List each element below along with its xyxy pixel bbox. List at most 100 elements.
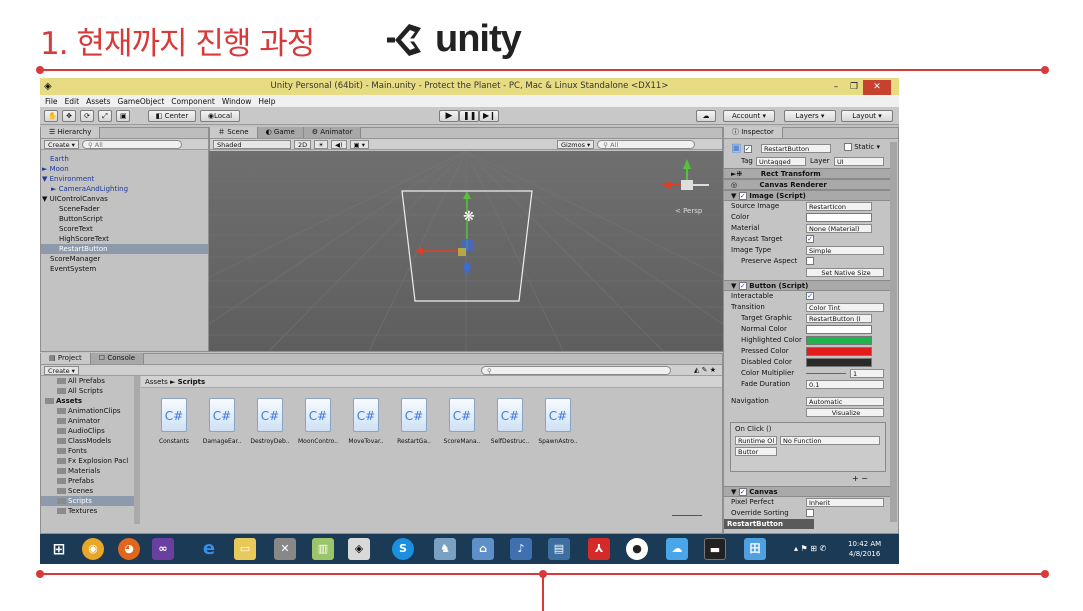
- script-asset[interactable]: C# ScoreMana..: [439, 398, 485, 445]
- menu-window[interactable]: Window: [222, 97, 252, 106]
- project-folder-item[interactable]: Assets: [41, 396, 134, 406]
- object-name-field[interactable]: RestartButton: [761, 144, 831, 153]
- static-checkbox[interactable]: [844, 143, 852, 151]
- menu-gameobject[interactable]: GameObject: [118, 97, 165, 106]
- hierarchy-item[interactable]: ButtonScript: [41, 214, 208, 224]
- color-multiplier-slider[interactable]: [806, 373, 846, 374]
- inspector-scrollbar[interactable]: [890, 142, 897, 522]
- close-icon[interactable]: ✕: [863, 79, 891, 95]
- system-tray-icons[interactable]: ▴ ⚑ ⊞ ✆: [794, 544, 826, 553]
- scene-search-input[interactable]: ⚲ All: [597, 139, 696, 149]
- pivot-local-toggle[interactable]: ◉Local: [200, 110, 240, 122]
- expanded-arrow-icon[interactable]: ▼: [42, 175, 50, 183]
- game-icon[interactable]: ♞: [434, 538, 456, 560]
- pivot-center-toggle[interactable]: ◧ Center: [148, 110, 196, 122]
- minimize-icon[interactable]: –: [827, 82, 845, 92]
- github-icon[interactable]: ●: [626, 538, 648, 560]
- network-icon[interactable]: ⌂: [472, 538, 494, 560]
- project-folder-item[interactable]: Scenes: [41, 486, 134, 496]
- app-icon[interactable]: 田: [744, 538, 766, 560]
- chart-app-icon[interactable]: ▥: [312, 538, 334, 560]
- project-folder-item[interactable]: Textures: [41, 506, 134, 516]
- project-folder-item[interactable]: Scripts: [41, 496, 134, 506]
- function-dropdown[interactable]: No Function: [780, 436, 880, 445]
- chrome-icon[interactable]: ◉: [82, 538, 104, 560]
- breadcrumb-leaf[interactable]: Scripts: [178, 378, 206, 386]
- menu-file[interactable]: File: [45, 97, 58, 106]
- visualize-button[interactable]: Visualize: [806, 408, 884, 417]
- hierarchy-item[interactable]: ▼ UIControlCanvas: [41, 194, 208, 204]
- ie-icon[interactable]: e: [198, 538, 220, 560]
- tab-inspector[interactable]: ⓘ Inspector: [724, 127, 783, 138]
- gizmos-dropdown[interactable]: Gizmos ▾: [557, 139, 595, 149]
- image-type-dropdown[interactable]: Simple: [806, 246, 884, 255]
- script-asset[interactable]: C# SpawnAstro..: [535, 398, 581, 445]
- project-create-button[interactable]: Create ▾: [44, 365, 79, 375]
- firefox-icon[interactable]: ◕: [118, 538, 140, 560]
- script-asset[interactable]: C# Constants: [151, 398, 197, 445]
- material-field[interactable]: None (Material): [806, 224, 872, 233]
- rect-transform-header[interactable]: ►⁜ Rect Transform: [724, 168, 890, 179]
- script-asset[interactable]: C# SelfDestruc..: [487, 398, 533, 445]
- cloud-icon[interactable]: ☁: [666, 538, 688, 560]
- hierarchy-search-input[interactable]: ⚲ All: [81, 139, 182, 149]
- file-explorer-icon[interactable]: ▭: [234, 538, 256, 560]
- tab-animator[interactable]: ⚙ Animator: [303, 127, 362, 138]
- pause-icon[interactable]: ❚❚: [459, 110, 479, 122]
- rotate-tool-icon[interactable]: ⟳: [80, 110, 94, 122]
- script-asset[interactable]: C# MoonContro..: [295, 398, 341, 445]
- project-folder-item[interactable]: All Prefabs: [41, 376, 134, 386]
- menu-help[interactable]: Help: [258, 97, 275, 106]
- taskbar-clock[interactable]: 10:42 AM 4/8/2016: [848, 539, 881, 559]
- project-folder-item[interactable]: Prefabs: [41, 476, 134, 486]
- script-asset[interactable]: C# RestartGa..: [391, 398, 437, 445]
- target-graphic-field[interactable]: RestartButton (I: [806, 314, 872, 323]
- project-folder-item[interactable]: Animator: [41, 416, 134, 426]
- script-asset[interactable]: C# DestroyDeb..: [247, 398, 293, 445]
- event-object-field[interactable]: Buttor: [735, 447, 777, 456]
- project-folder-item[interactable]: Fonts: [41, 446, 134, 456]
- runtime-dropdown[interactable]: Runtime Ol: [735, 436, 777, 445]
- hierarchy-item[interactable]: HighScoreText: [41, 234, 208, 244]
- collapsed-arrow-icon[interactable]: ►: [51, 185, 59, 193]
- collapsed-arrow-icon[interactable]: ►: [42, 165, 50, 173]
- highlighted-color-swatch[interactable]: [806, 336, 872, 345]
- image-script-header[interactable]: ▼ ✓ Image (Script): [724, 190, 890, 201]
- object-active-checkbox[interactable]: ✓: [743, 145, 752, 153]
- expanded-arrow-icon[interactable]: ▼: [42, 195, 50, 203]
- override-sorting-checkbox[interactable]: [806, 509, 814, 517]
- shading-mode-dropdown[interactable]: Shaded: [213, 139, 291, 149]
- hierarchy-item[interactable]: SceneFader: [41, 204, 208, 214]
- audio-toggle-icon[interactable]: ◀): [330, 139, 347, 149]
- project-folder-item[interactable]: All Scripts: [41, 386, 134, 396]
- pixel-perfect-dropdown[interactable]: Inherit: [806, 498, 884, 507]
- disabled-color-swatch[interactable]: [806, 358, 872, 367]
- hierarchy-item[interactable]: EventSystem: [41, 264, 208, 274]
- window-titlebar[interactable]: ◈ Unity Personal (64bit) - Main.unity - …: [40, 78, 899, 95]
- button-enabled-checkbox[interactable]: ✓: [738, 282, 747, 290]
- menu-edit[interactable]: Edit: [65, 97, 80, 106]
- tag-dropdown[interactable]: Untagged: [756, 157, 806, 166]
- hierarchy-item[interactable]: ▼ Environment: [41, 174, 208, 184]
- color-multiplier-field[interactable]: 1: [850, 369, 884, 378]
- project-folder-item[interactable]: AudioClips: [41, 426, 134, 436]
- normal-color-swatch[interactable]: [806, 325, 872, 334]
- tab-project[interactable]: ▤ Project: [41, 353, 91, 364]
- fade-duration-field[interactable]: 0.1: [806, 380, 884, 389]
- hierarchy-item[interactable]: ScoreText: [41, 224, 208, 234]
- button-script-header[interactable]: ▼ ✓ Button (Script): [724, 280, 890, 291]
- canvas-enabled-checkbox[interactable]: ✓: [738, 488, 747, 496]
- project-folder-item[interactable]: AnimationClips: [41, 406, 134, 416]
- visual-studio-icon[interactable]: ∞: [152, 538, 174, 560]
- layers-dropdown[interactable]: Layers ▾: [784, 110, 836, 122]
- script-asset[interactable]: C# DamageEar..: [199, 398, 245, 445]
- 2d-toggle[interactable]: 2D: [294, 139, 312, 149]
- hierarchy-item[interactable]: RestartButton: [41, 244, 208, 254]
- media-icon[interactable]: ♪: [510, 538, 532, 560]
- project-folder-item[interactable]: ClassModels: [41, 436, 134, 446]
- image-color-swatch[interactable]: [806, 213, 872, 222]
- pressed-color-swatch[interactable]: [806, 347, 872, 356]
- set-native-size-button[interactable]: Set Native Size: [806, 268, 884, 277]
- hierarchy-create-button[interactable]: Create ▾: [44, 139, 79, 149]
- canvas-header[interactable]: ▼ ✓ Canvas: [724, 486, 890, 497]
